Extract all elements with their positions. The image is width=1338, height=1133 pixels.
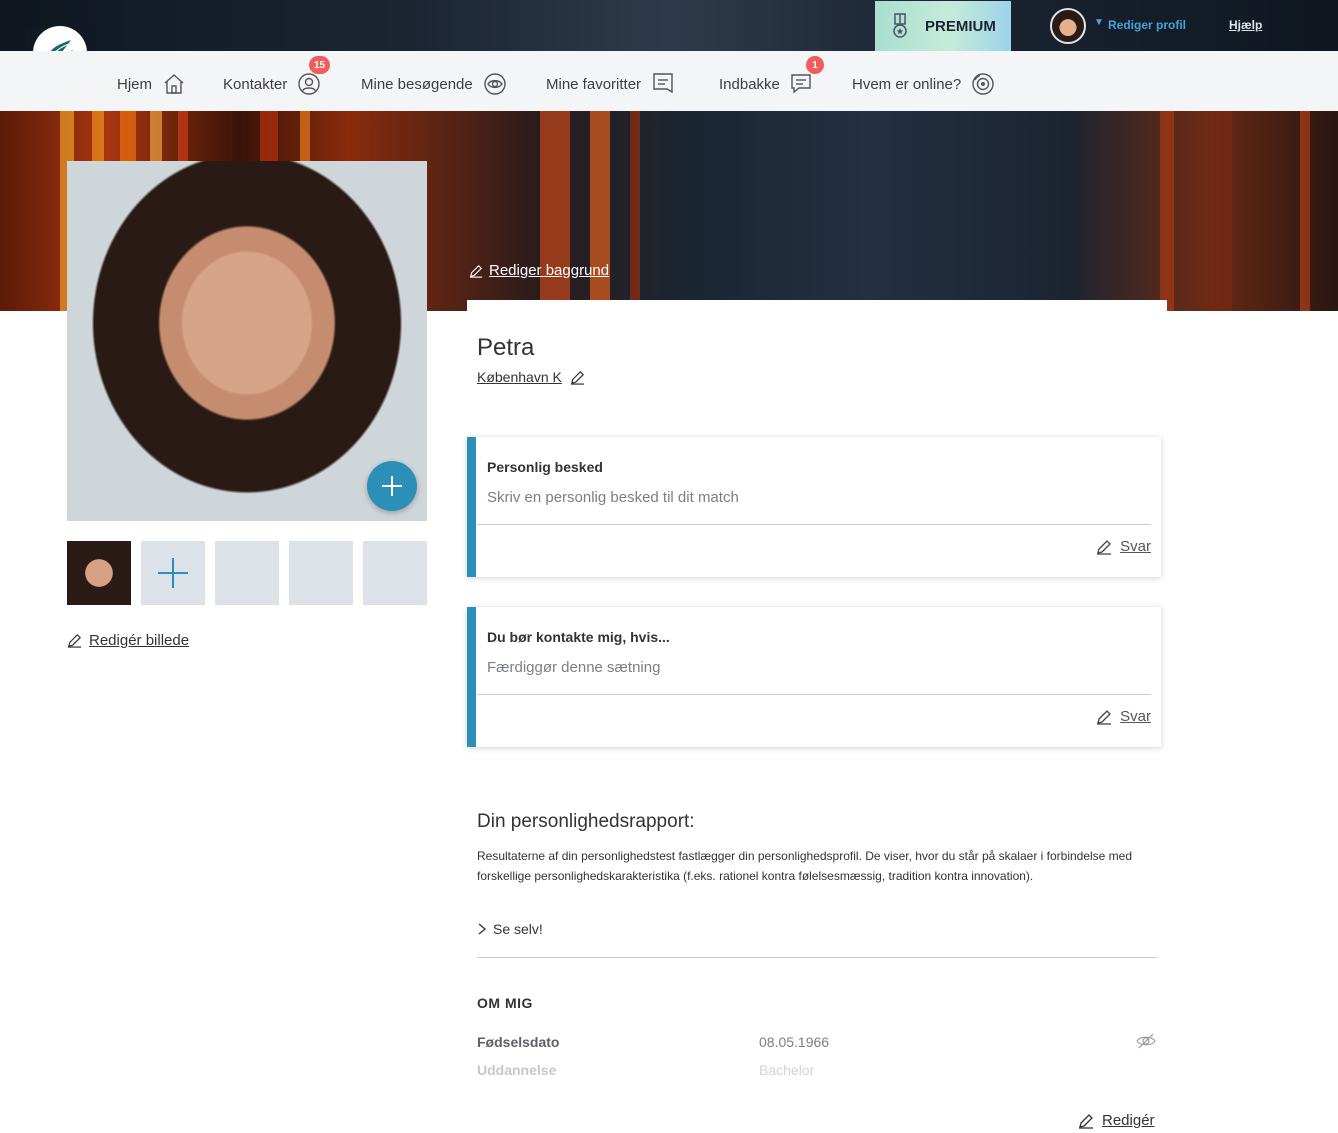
reply-label: Svar <box>1120 708 1151 725</box>
about-title: OM MIG <box>477 995 533 1011</box>
bookmark-icon <box>653 73 673 94</box>
nav-item-visitors[interactable]: Mine besøgende <box>361 69 507 99</box>
home-icon <box>164 74 184 94</box>
see-self-link[interactable]: Se selv! <box>477 921 543 937</box>
chevron-down-icon[interactable]: ▼ <box>1094 17 1104 28</box>
nav-item-label: Kontakter <box>223 75 288 93</box>
nav-item-label: Indbakke <box>719 75 780 93</box>
add-photo-thumbnail[interactable] <box>141 541 205 605</box>
nav-item-label: Mine favoritter <box>546 75 642 93</box>
nav-item-label: Hvem er online? <box>852 75 962 93</box>
nav-item-contacts[interactable]: Kontakter 15 <box>223 56 331 99</box>
reply-button[interactable]: Svar <box>1096 708 1151 725</box>
edit-profile-link[interactable]: Rediger profil <box>1108 18 1186 32</box>
empty-photo-slot[interactable] <box>215 541 279 605</box>
report-description: Resultaterne af din personlighedstest fa… <box>477 849 1133 883</box>
report-title: Din personlighedsrapport: <box>477 811 695 832</box>
nav-item-inbox[interactable]: Indbakke 1 <box>719 56 824 99</box>
online-icon <box>972 73 994 95</box>
card-hint[interactable]: Færdiggør denne sætning <box>487 659 660 676</box>
contacts-count-badge: 15 <box>309 56 331 74</box>
pencil-icon <box>1097 709 1112 725</box>
premium-label: PREMIUM <box>925 17 996 35</box>
pencil-icon <box>1097 539 1112 555</box>
photo-thumbnail[interactable] <box>67 541 131 605</box>
chat-icon <box>791 74 811 94</box>
see-self-label: Se selv! <box>493 921 543 937</box>
birthdate-label: Fødselsdato <box>477 1034 560 1050</box>
divider <box>477 957 1157 958</box>
reply-button[interactable]: Svar <box>1096 538 1151 555</box>
edit-background-label: Rediger baggrund <box>489 262 610 279</box>
pencil-icon[interactable] <box>570 370 585 385</box>
pencil-icon <box>67 634 82 648</box>
pencil-icon <box>469 264 483 278</box>
medal-icon <box>893 13 907 38</box>
nav-item-online[interactable]: Hvem er online? <box>852 69 995 99</box>
edit-about-link[interactable]: Redigér <box>1078 1112 1155 1129</box>
add-photo-button[interactable] <box>367 461 417 511</box>
profile-photo[interactable] <box>67 161 427 521</box>
empty-photo-slot[interactable] <box>289 541 353 605</box>
premium-button[interactable]: PREMIUM <box>875 1 1011 51</box>
nav-item-label: Hjem <box>117 75 153 93</box>
profile-city[interactable]: København K <box>477 369 585 385</box>
edit-image-link[interactable]: Redigér billede <box>67 632 189 649</box>
nav-item-label: Mine besøgende <box>361 75 473 93</box>
divider <box>477 694 1151 695</box>
reply-label: Svar <box>1120 538 1151 555</box>
nav-item-home[interactable]: Hjem <box>117 69 186 99</box>
city-label: København K <box>477 369 562 385</box>
plus-icon <box>382 476 402 496</box>
help-link[interactable]: Hjælp <box>1229 18 1262 32</box>
inbox-count-badge: 1 <box>806 56 824 74</box>
plus-icon <box>158 558 188 588</box>
eye-hidden-icon[interactable] <box>1136 1033 1156 1049</box>
eye-icon <box>484 73 506 95</box>
education-label: Uddannelse <box>477 1062 557 1078</box>
nav-item-favorites[interactable]: Mine favoritter <box>546 69 675 99</box>
chevron-right-icon <box>478 923 487 935</box>
birthdate-value: 08.05.1966 <box>759 1034 830 1050</box>
empty-photo-slot[interactable] <box>363 541 427 605</box>
card-hint[interactable]: Skriv en personlig besked til dit match <box>487 489 739 506</box>
profile-name: Petra <box>477 334 535 361</box>
personal-message-card: Personlig besked Skriv en personlig besk… <box>467 437 1161 577</box>
divider <box>477 524 1151 525</box>
edit-background-link[interactable]: Rediger baggrund <box>469 262 609 279</box>
education-value: Bachelor <box>759 1062 815 1078</box>
pencil-icon <box>1079 1113 1093 1129</box>
contacts-icon <box>298 73 320 95</box>
edit-about-label: Redigér <box>1102 1112 1155 1129</box>
avatar[interactable] <box>1050 8 1086 44</box>
contact-me-if-card: Du bør kontakte mig, hvis... Færdiggør d… <box>467 607 1161 747</box>
edit-image-label: Redigér billede <box>89 632 190 649</box>
card-title: Personlig besked <box>487 459 603 475</box>
card-title: Du bør kontakte mig, hvis... <box>487 629 670 645</box>
